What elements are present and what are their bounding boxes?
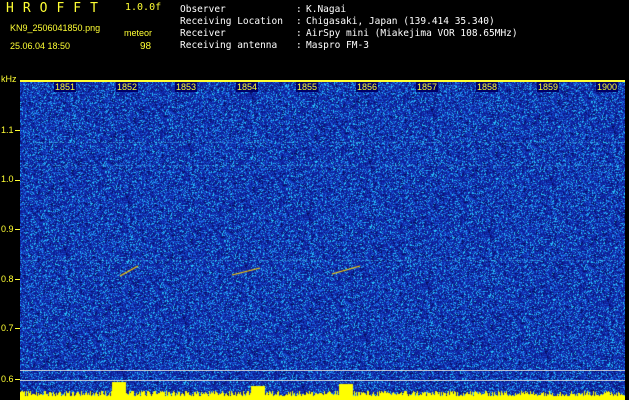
reference-line bbox=[20, 380, 625, 381]
y-unit-label: kHz bbox=[1, 74, 17, 84]
info-row-antenna: Receiving antenna: Maspro FM-3 bbox=[180, 40, 369, 51]
spectrogram[interactable] bbox=[20, 80, 625, 400]
station-info: Observer: K.Nagai Receiving Location: Chig… bbox=[180, 4, 518, 52]
info-row-receiver: Receiver: AirSpy mini (Miakejima VOR 108.… bbox=[180, 28, 518, 39]
y-tick bbox=[15, 328, 20, 329]
app-logo: HROFFT bbox=[6, 1, 107, 16]
info-key: Receiver bbox=[180, 28, 226, 39]
y-tick bbox=[15, 229, 20, 230]
meteor-label: meteor bbox=[124, 28, 153, 38]
y-tick-label: 0.7 bbox=[1, 323, 14, 333]
y-tick-label: 0.6 bbox=[1, 374, 14, 384]
reference-line bbox=[20, 370, 625, 371]
info-key: Observer bbox=[180, 4, 226, 15]
version-label: 1.0.0f bbox=[125, 2, 162, 13]
info-key: Receiving Location bbox=[180, 16, 283, 27]
y-tick-label: 1.1 bbox=[1, 125, 14, 135]
info-row-location: Receiving Location: Chigasaki, Japan (139… bbox=[180, 16, 495, 27]
info-value: Chigasaki, Japan (139.414 35.340) bbox=[306, 16, 495, 27]
info-row-observer: Observer: K.Nagai bbox=[180, 4, 347, 15]
spectrogram-canvas[interactable] bbox=[20, 80, 625, 400]
time-tick-label: 1853 bbox=[175, 82, 198, 92]
y-tick bbox=[15, 180, 20, 181]
time-tick-label: 1856 bbox=[356, 82, 379, 92]
info-value: AirSpy mini (Miakejima VOR 108.65MHz) bbox=[306, 28, 518, 39]
meteor-count: 98 bbox=[140, 41, 152, 52]
time-tick-label: 1854 bbox=[236, 82, 259, 92]
time-tick-label: 1858 bbox=[476, 82, 499, 92]
frequency-axis: kHz 1.1 1.0 0.9 0.8 0.7 0.6 bbox=[0, 72, 20, 400]
time-tick-label: 1900 bbox=[596, 82, 619, 92]
time-tick-label: 1859 bbox=[537, 82, 560, 92]
y-tick bbox=[15, 279, 20, 280]
time-tick-label: 1851 bbox=[54, 82, 77, 92]
y-tick bbox=[15, 130, 20, 131]
time-tick-label: 1857 bbox=[416, 82, 439, 92]
info-key: Receiving antenna bbox=[180, 40, 278, 51]
time-tick-label: 1855 bbox=[296, 82, 319, 92]
file-name: KN9_2506041850.png bbox=[10, 23, 101, 33]
y-tick-label: 1.0 bbox=[1, 174, 14, 184]
info-value: Maspro FM-3 bbox=[306, 40, 369, 51]
capture-datetime: 25.06.04 18:50 bbox=[10, 41, 71, 51]
time-tick-label: 1852 bbox=[116, 82, 139, 92]
info-value: K.Nagai bbox=[306, 4, 347, 15]
y-tick-label: 0.9 bbox=[1, 224, 14, 234]
y-tick-label: 0.8 bbox=[1, 274, 14, 284]
time-axis-bar bbox=[20, 80, 625, 82]
